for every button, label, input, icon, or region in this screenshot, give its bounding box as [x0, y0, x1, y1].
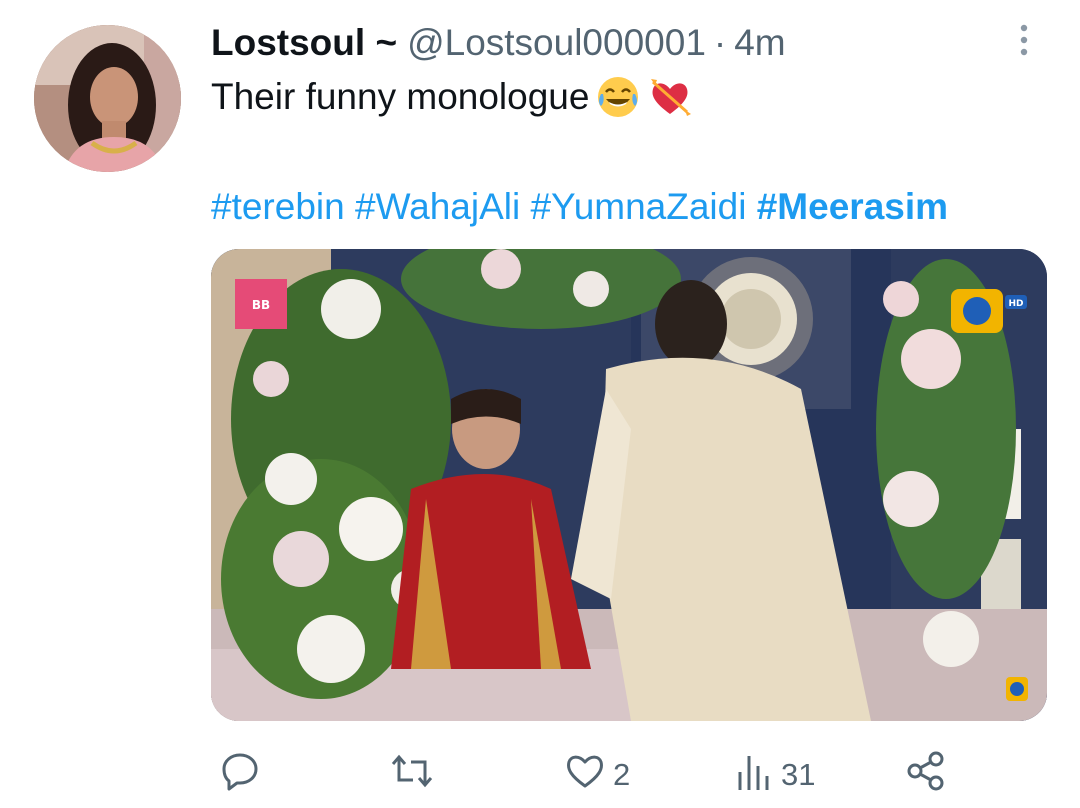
- hashtag-line: #terebin #WahajAli #YumnaZaidi #Meerasim: [211, 184, 948, 230]
- retweet-button[interactable]: [389, 748, 441, 802]
- heart-with-arrow-icon: [647, 74, 693, 120]
- heart-icon: [563, 750, 607, 800]
- timestamp[interactable]: 4m: [734, 20, 785, 66]
- user-handle[interactable]: @Lostsoul000001: [407, 20, 706, 66]
- views-button[interactable]: 31: [735, 748, 815, 802]
- separator-dot: ·: [713, 22, 727, 63]
- tweet-body: Their funny monologue: [211, 76, 590, 117]
- hashtag-link[interactable]: #Meerasim: [757, 186, 948, 227]
- tweet-card[interactable]: Lostsoul ~ @Lostsoul000001 · 4m Their fu…: [0, 0, 1080, 808]
- retweet-icon: [389, 750, 435, 800]
- share-icon: [905, 750, 947, 800]
- tweet-actions-bar: 2 31: [211, 748, 971, 802]
- views-count: 31: [781, 757, 816, 792]
- hashtag-link[interactable]: #WahajAli: [355, 186, 520, 227]
- analytics-icon: [735, 750, 775, 800]
- tweet-header: Lostsoul ~ @Lostsoul000001 · 4m: [211, 20, 786, 66]
- svg-text:HD: HD: [1008, 299, 1023, 309]
- like-button[interactable]: 2: [563, 748, 630, 802]
- more-options-icon[interactable]: [1008, 22, 1040, 58]
- tweet-media-image[interactable]: BB HD: [211, 249, 1047, 721]
- share-button[interactable]: [905, 748, 947, 802]
- svg-text:BB: BB: [252, 298, 270, 312]
- hashtag-link[interactable]: #YumnaZaidi: [530, 186, 746, 227]
- face-with-tears-of-joy-icon: [595, 74, 641, 120]
- tweet-text: Their funny monologue: [211, 74, 693, 120]
- hashtag-link[interactable]: #terebin: [211, 186, 345, 227]
- display-name[interactable]: Lostsoul ~: [211, 20, 397, 66]
- avatar[interactable]: [34, 25, 181, 172]
- like-count: 2: [613, 757, 631, 792]
- reply-button[interactable]: [219, 748, 267, 802]
- reply-icon: [219, 750, 261, 800]
